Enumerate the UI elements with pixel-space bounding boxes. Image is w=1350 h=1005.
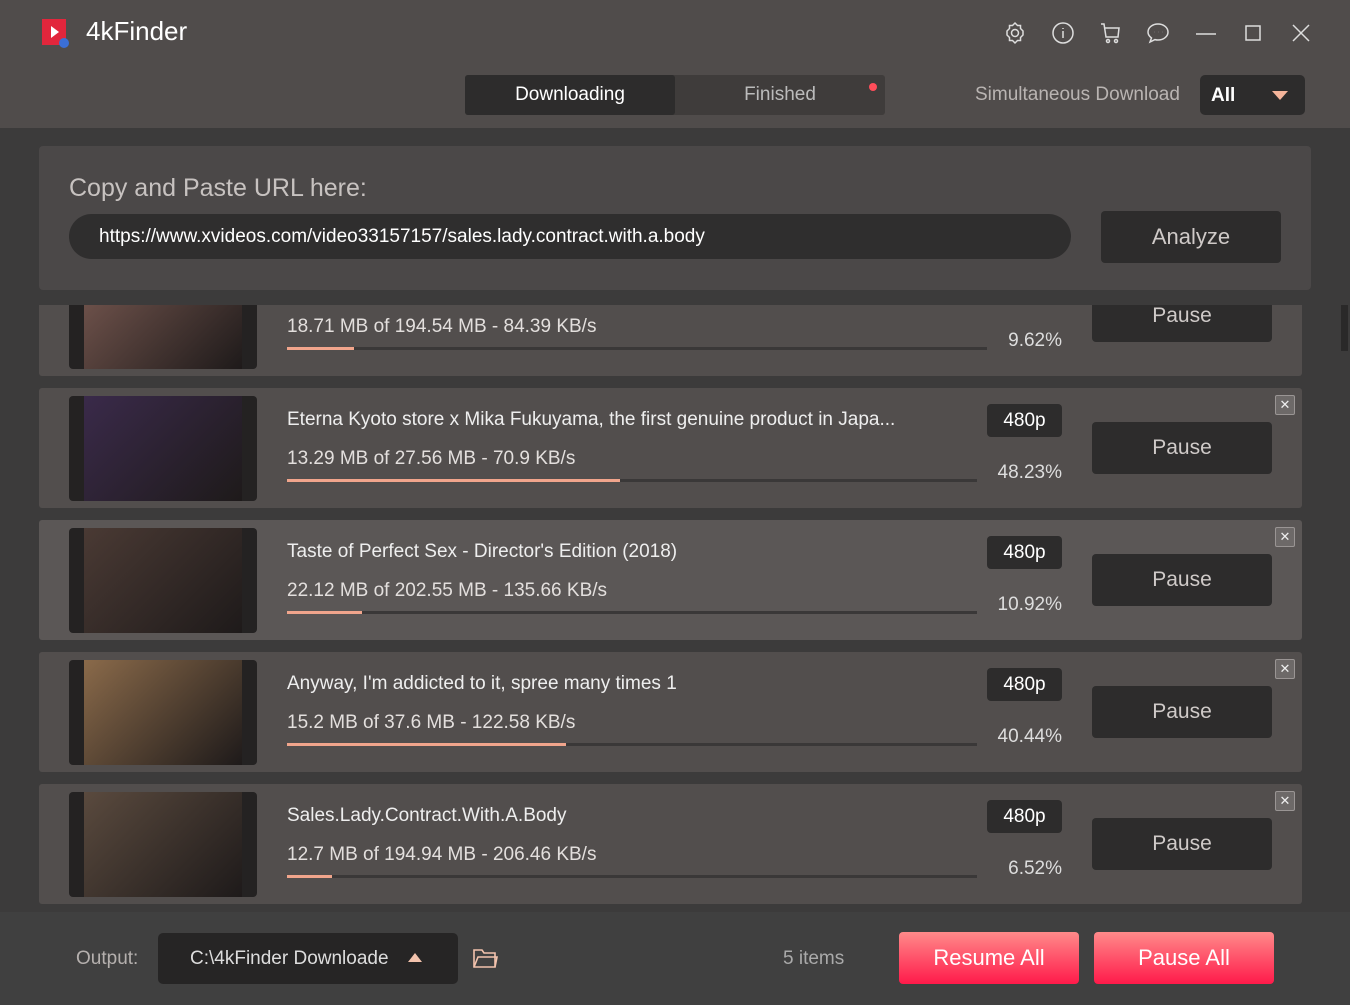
pause-button[interactable]: Pause	[1092, 422, 1272, 474]
progress-fill	[287, 743, 567, 746]
progress-text: 12.7 MB of 194.94 MB - 206.46 KB/s	[287, 844, 597, 865]
download-item: Eterna Kyoto store x Mika Fukuyama, the …	[39, 388, 1302, 508]
maximize-icon[interactable]	[1240, 20, 1266, 46]
cart-icon[interactable]	[1098, 20, 1124, 46]
progress-fill	[287, 875, 332, 878]
tab-label: Finished	[744, 84, 816, 105]
remove-item-icon[interactable]: ✕	[1275, 527, 1295, 547]
pause-button[interactable]: Pause	[1092, 818, 1272, 870]
progress-bar	[287, 743, 977, 746]
resume-all-button[interactable]: Resume All	[899, 932, 1079, 984]
pause-button[interactable]: Pause	[1092, 554, 1272, 606]
tab-label: Downloading	[515, 84, 625, 105]
progress-bar	[287, 479, 977, 482]
progress-text: 22.12 MB of 202.55 MB - 135.66 KB/s	[287, 580, 608, 601]
remove-item-icon[interactable]: ✕	[1275, 395, 1295, 415]
video-thumbnail	[69, 396, 257, 501]
progress-text: 18.71 MB of 194.54 MB - 84.39 KB/s	[287, 316, 597, 337]
download-item: Sales.Lady.Contract.With.A.Body 12.7 MB o…	[39, 784, 1302, 904]
minimize-icon[interactable]	[1193, 20, 1219, 46]
progress-fill	[287, 479, 620, 482]
chevron-down-icon	[1272, 91, 1288, 100]
simultaneous-download-label: Simultaneous Download	[975, 84, 1180, 105]
item-count: 5 items	[783, 948, 845, 969]
scrollbar-thumb[interactable]	[1341, 305, 1348, 351]
output-path-select[interactable]: C:\4kFinder Downloade	[158, 933, 458, 984]
progress-bar	[287, 875, 977, 878]
tab-bar: Downloading Finished	[465, 75, 885, 115]
progress-fill	[287, 347, 355, 350]
progress-bar	[287, 611, 977, 614]
video-thumbnail	[69, 528, 257, 633]
tab-downloading[interactable]: Downloading	[465, 75, 675, 115]
progress-text: 15.2 MB of 37.6 MB - 122.58 KB/s	[287, 712, 576, 733]
download-item: Taste of Perfect Sex - Director's Editio…	[39, 520, 1302, 640]
gear-icon[interactable]	[1002, 20, 1028, 46]
remove-item-icon[interactable]: ✕	[1275, 791, 1295, 811]
analyze-button[interactable]: Analyze	[1101, 211, 1281, 263]
pause-all-button[interactable]: Pause All	[1094, 932, 1274, 984]
notification-dot	[869, 83, 877, 91]
remove-item-icon[interactable]: ✕	[1275, 659, 1295, 679]
video-thumbnail	[69, 660, 257, 765]
download-item: Anyway, I'm addicted to it, spree many t…	[39, 652, 1302, 772]
tab-finished[interactable]: Finished	[675, 75, 885, 115]
chevron-up-icon	[408, 953, 422, 962]
progress-fill	[287, 611, 363, 614]
resolution-badge: 480p	[987, 668, 1062, 701]
app-title: 4kFinder	[86, 16, 188, 46]
progress-bar	[287, 347, 987, 350]
select-value: All	[1211, 85, 1236, 106]
video-title: Sales.Lady.Contract.With.A.Body	[287, 805, 567, 826]
url-input[interactable]	[69, 214, 1071, 259]
output-label: Output:	[76, 948, 139, 969]
close-icon[interactable]	[1288, 20, 1314, 46]
pause-button[interactable]: Pause	[1092, 686, 1272, 738]
pause-button[interactable]: Pause	[1092, 305, 1272, 342]
progress-text: 13.29 MB of 27.56 MB - 70.9 KB/s	[287, 448, 576, 469]
resolution-badge: 480p	[987, 404, 1062, 437]
url-label: Copy and Paste URL here:	[69, 174, 367, 202]
resolution-badge: 480p	[987, 536, 1062, 569]
scrollbar[interactable]	[1340, 305, 1349, 912]
resolution-badge: 480p	[987, 800, 1062, 833]
progress-percent: 10.92%	[997, 594, 1062, 615]
video-title: Anyway, I'm addicted to it, spree many t…	[287, 673, 677, 694]
app-logo	[42, 19, 69, 48]
progress-percent: 48.23%	[997, 462, 1062, 483]
video-thumbnail	[69, 305, 257, 369]
output-path: C:\4kFinder Downloade	[190, 948, 389, 969]
info-icon[interactable]	[1050, 20, 1076, 46]
folder-icon[interactable]	[472, 945, 498, 971]
download-item: 18.71 MB of 194.54 MB - 84.39 KB/s 9.62% P…	[39, 305, 1302, 376]
video-thumbnail	[69, 792, 257, 897]
simultaneous-download-select[interactable]: All	[1200, 75, 1305, 115]
progress-percent: 9.62%	[1008, 330, 1062, 351]
download-list: 18.71 MB of 194.54 MB - 84.39 KB/s 9.62% P…	[0, 305, 1350, 912]
video-title: Eterna Kyoto store x Mika Fukuyama, the …	[287, 409, 896, 430]
video-title: Taste of Perfect Sex - Director's Editio…	[287, 541, 678, 562]
chat-icon[interactable]	[1145, 20, 1171, 46]
progress-percent: 40.44%	[997, 726, 1062, 747]
progress-percent: 6.52%	[1008, 858, 1062, 879]
